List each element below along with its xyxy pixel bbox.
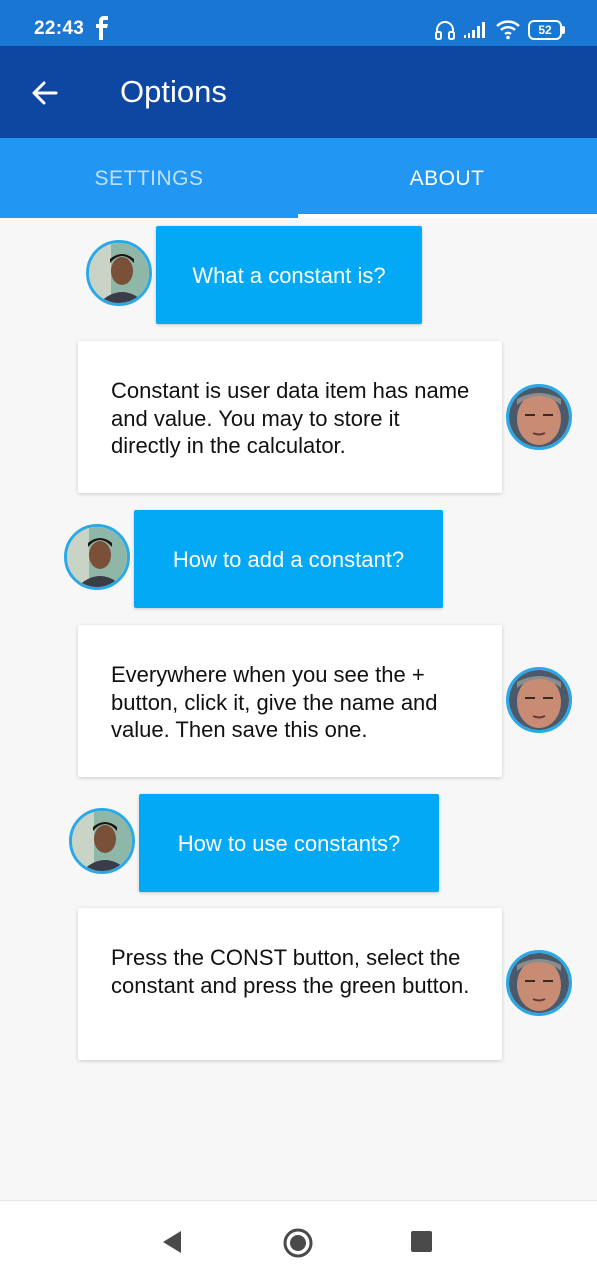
app-bar: Options bbox=[0, 46, 597, 138]
facebook-icon bbox=[96, 16, 108, 40]
page-title: Options bbox=[120, 74, 227, 109]
user-avatar bbox=[64, 524, 130, 590]
headset-icon bbox=[435, 21, 455, 40]
user-avatar bbox=[69, 808, 135, 874]
author-avatar bbox=[506, 667, 572, 733]
user-avatar bbox=[86, 240, 152, 306]
answer-bubble: Everywhere when you see the + button, cl… bbox=[78, 625, 502, 777]
author-avatar bbox=[506, 384, 572, 450]
battery-level: 52 bbox=[528, 20, 562, 40]
nav-recents-icon[interactable] bbox=[411, 1231, 432, 1252]
answer-bubble: Press the CONST button, select the const… bbox=[78, 908, 502, 1060]
signal-icon bbox=[464, 22, 485, 38]
tab-settings[interactable]: SETTINGS bbox=[0, 138, 298, 218]
wifi-icon bbox=[496, 20, 520, 40]
tab-bar: SETTINGS ABOUT bbox=[0, 138, 597, 218]
system-nav-bar bbox=[0, 1200, 597, 1280]
battery-icon: 52 bbox=[528, 20, 566, 40]
question-bubble: How to add a constant? bbox=[134, 510, 443, 608]
arrow-left-icon[interactable] bbox=[26, 74, 64, 112]
status-bar: 22:43 52 bbox=[0, 0, 597, 46]
author-avatar bbox=[506, 950, 572, 1016]
faq-list: What a constant is? Constant is user dat… bbox=[0, 218, 597, 1200]
nav-home-icon[interactable] bbox=[282, 1227, 314, 1259]
nav-back-icon[interactable] bbox=[160, 1229, 184, 1255]
status-time: 22:43 bbox=[34, 18, 85, 39]
tab-about[interactable]: ABOUT bbox=[298, 138, 596, 218]
answer-bubble: Constant is user data item has name and … bbox=[78, 341, 502, 493]
question-bubble: What a constant is? bbox=[156, 226, 422, 324]
question-bubble: How to use constants? bbox=[139, 794, 439, 892]
